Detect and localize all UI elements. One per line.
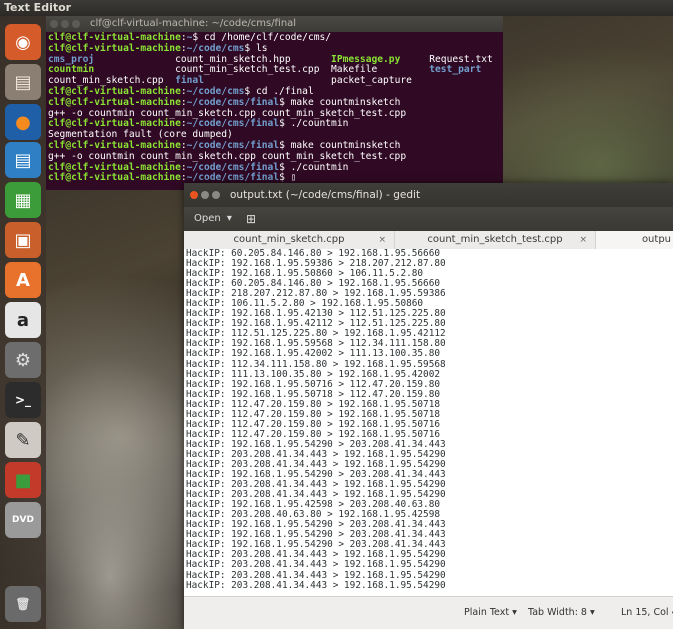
terminal-segment: clf@clf-virtual-machine (48, 85, 181, 97)
firefox-icon[interactable]: ● (5, 104, 41, 140)
terminal-segment: $ make countminsketch (279, 139, 401, 151)
text-line: HackIP: 203.208.41.34.443 > 192.168.1.95… (186, 559, 446, 571)
terminal-segment: test_part (429, 64, 482, 76)
tab-count-min-sketch-cpp[interactable]: count_min_sketch.cpp × (184, 231, 395, 249)
terminal-window[interactable]: clf@clf-virtual-machine: ~/code/cms/fina… (46, 16, 503, 190)
terminal-segment: ▯ (290, 172, 297, 184)
impress-icon[interactable]: ▣ (5, 222, 41, 258)
terminal-segment: Segmentation fault (core dumped) (48, 129, 233, 141)
tab-close-icon[interactable]: × (378, 231, 386, 249)
terminal-titlebar[interactable]: clf@clf-virtual-machine: ~/code/cms/fina… (46, 16, 503, 32)
terminal-segment: ~/code/cms/final (186, 161, 280, 173)
terminal-segment: clf@clf-virtual-machine (48, 118, 181, 130)
dash-icon[interactable]: ◉ (5, 24, 41, 60)
tab-label: count_min_sketch_test.cpp (427, 234, 563, 245)
terminal-segment: count_min_sketch.cpp (48, 75, 176, 87)
text-line: HackIP: 203.208.41.34.443 > 192.168.1.95… (186, 579, 446, 591)
terminal-segment: $ ./countmin (279, 118, 349, 130)
tab-width-selector[interactable]: Tab Width: 8 ▾ (528, 607, 595, 618)
terminal-segment: g++ -o countmin count_min_sketch.cpp cou… (48, 150, 407, 162)
maximize-icon[interactable] (212, 191, 220, 199)
tab-label: outpu (641, 234, 671, 245)
terminal-segment: ~/code/cms/final (186, 172, 280, 184)
chevron-down-icon: ▾ (512, 607, 517, 618)
new-document-icon[interactable]: ⊞ (246, 210, 256, 228)
terminal-segment: cms_proj (48, 53, 95, 65)
calc-icon[interactable]: ▦ (5, 182, 41, 218)
tab-label: count_min_sketch.cpp (233, 234, 345, 245)
terminal-segment: countmin (48, 64, 95, 76)
terminal-segment: clf@clf-virtual-machine (48, 172, 181, 184)
active-app-title: Text Editor (4, 1, 72, 14)
status-bar: Plain Text ▾ Tab Width: 8 ▾ Ln 15, Col 4… (184, 596, 673, 629)
close-icon[interactable] (190, 191, 198, 199)
files-icon[interactable]: ▤ (5, 64, 41, 100)
terminal-segment: clf@clf-virtual-machine (48, 161, 181, 173)
cursor-position: Ln 15, Col 45 (621, 607, 673, 618)
terminal-segment: clf@clf-virtual-machine (48, 96, 181, 108)
terminal-segment: ~/code/cms (186, 42, 245, 54)
terminal-segment: $ ls (244, 42, 268, 54)
terminal-segment: $ ./countmin (279, 161, 349, 173)
minimize-icon[interactable] (61, 20, 69, 28)
terminal-segment: g++ -o countmin count_min_sketch.cpp cou… (48, 107, 407, 119)
terminal-segment: clf@clf-virtual-machine (48, 139, 181, 151)
terminal-segment: $ (279, 172, 291, 184)
tab-close-icon[interactable]: × (579, 231, 587, 249)
terminal-segment: clf@clf-virtual-machine (48, 42, 181, 54)
gedit-title: output.txt (~/code/cms/final) - gedit (230, 189, 421, 201)
launcher: ◉ ▤ ● ▤ ▦ ▣ Aa ⚙ >_ ✎ ■ DVD 🗑 (0, 16, 46, 629)
terminal-output[interactable]: clf@clf-virtual-machine:~$ cd /home/clf/… (46, 32, 503, 185)
terminal-segment: ~/code/cms/final (186, 96, 280, 108)
document-tabs: count_min_sketch.cpp × count_min_sketch_… (184, 231, 673, 250)
terminal-segment: count_min_sketch.hpp (94, 53, 332, 65)
trash-icon[interactable]: 🗑 (5, 586, 41, 622)
tab-count-min-sketch-test-cpp[interactable]: count_min_sketch_test.cpp × (395, 231, 596, 249)
top-panel: Text Editor (0, 0, 673, 16)
terminal-segment: ~/code/cms/final (186, 118, 280, 130)
amazon-icon[interactable]: a (5, 302, 41, 338)
text-view[interactable]: HackIP: 60.205.84.146.80 > 192.168.1.95.… (184, 249, 673, 597)
settings-icon[interactable]: ⚙ (5, 342, 41, 378)
terminal-segment: IPmessage.py (331, 53, 401, 65)
terminal-segment: ~/code/cms/final (186, 139, 280, 151)
open-button[interactable]: Open ▾ (190, 210, 236, 228)
chevron-down-icon: ▾ (590, 607, 595, 618)
text-editor-icon[interactable]: ✎ (5, 422, 41, 458)
terminal-segment: clf@clf-virtual-machine (48, 32, 181, 43)
close-icon[interactable] (50, 20, 58, 28)
language-label: Plain Text (464, 607, 510, 618)
tab-output-txt[interactable]: outpu (596, 231, 673, 249)
terminal-segment: packet_capture (203, 75, 412, 87)
dvd-icon[interactable]: DVD (5, 502, 41, 538)
document-text[interactable]: HackIP: 60.205.84.146.80 > 192.168.1.95.… (184, 249, 673, 591)
chevron-down-icon: ▾ (226, 213, 232, 224)
apps-icon[interactable]: ■ (5, 462, 41, 498)
writer-icon[interactable]: ▤ (5, 142, 41, 178)
text-line: HackIP: 192.168.1.95.42002 > 111.13.100.… (186, 348, 440, 360)
terminal-title: clf@clf-virtual-machine: ~/code/cms/fina… (90, 18, 297, 29)
language-selector[interactable]: Plain Text ▾ (464, 607, 517, 618)
tab-width-label: Tab Width: 8 (528, 607, 587, 618)
gedit-window[interactable]: output.txt (~/code/cms/final) - gedit Op… (184, 183, 673, 629)
terminal-segment: final (175, 75, 204, 87)
terminal-segment: $ cd /home/clf/code/cms/ (192, 32, 332, 43)
maximize-icon[interactable] (72, 20, 80, 28)
minimize-icon[interactable] (201, 191, 209, 199)
terminal-segment: count_min_sketch_test.cpp Makefile (94, 64, 430, 76)
gedit-titlebar[interactable]: output.txt (~/code/cms/final) - gedit (184, 183, 673, 207)
gedit-toolbar: Open ▾ ⊞ (184, 207, 673, 231)
open-label: Open (194, 213, 221, 224)
terminal-segment: $ make countminsketch (279, 96, 401, 108)
terminal-segment: Request.txt (400, 53, 493, 65)
terminal-segment: $ cd ./final (244, 85, 314, 97)
terminal-icon[interactable]: >_ (5, 382, 41, 418)
software-center-icon[interactable]: A (5, 262, 41, 298)
terminal-segment: ~/code/cms (186, 85, 245, 97)
